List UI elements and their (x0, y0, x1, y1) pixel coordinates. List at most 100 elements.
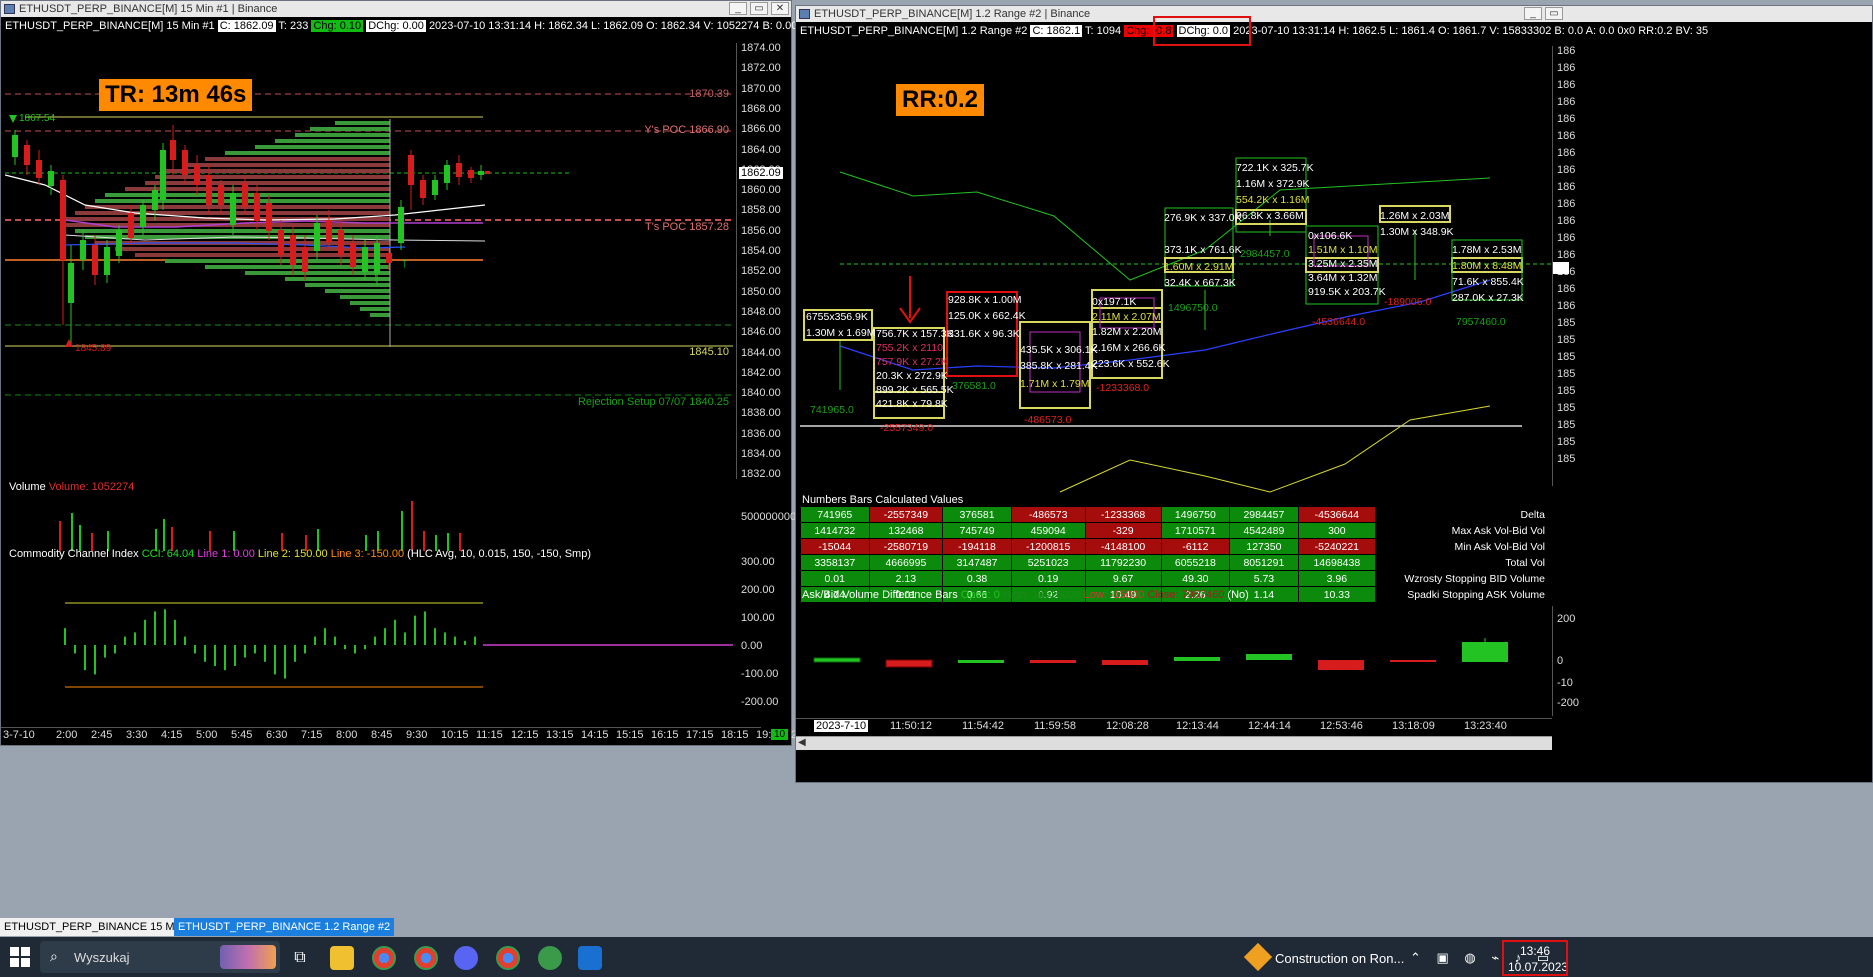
calc-cell: 300 (1297, 522, 1377, 539)
price-tick: 186 (1557, 113, 1576, 125)
calc-cell: 14698438 (1297, 554, 1377, 571)
calc-row: 1414732 132468 745749 459094 -329 1710571 4542… (800, 522, 1552, 539)
current-price-marker: 1862.09 (739, 167, 783, 179)
footprint-cell: 1.16M x 372.9K (1236, 178, 1310, 190)
close-icon[interactable]: ✕ (771, 2, 789, 15)
horizontal-scrollbar[interactable]: ◀ (796, 736, 1552, 750)
scroll-left-icon[interactable]: ◀ (798, 737, 806, 748)
calc-row-name: Delta (1375, 506, 1552, 523)
time-tick: 15:15 (616, 729, 644, 741)
price-tick: 186 (1557, 198, 1576, 210)
footprint-delta: -2557349.0 (880, 422, 934, 434)
high-level-label: 1870.39 (689, 88, 729, 100)
time-tick: 6:30 (266, 729, 288, 741)
task-view-icon[interactable]: ⧉ (288, 946, 312, 970)
search-box[interactable]: ⌕ Wyszukaj (40, 941, 280, 973)
footprint-cell: 6755x356.9K (806, 311, 868, 323)
trades-value: T: 1094 (1085, 25, 1122, 37)
footprint-delta: 1496750.0 (1168, 302, 1218, 314)
close-value: C: 1862.09 (217, 20, 276, 32)
maximize-icon[interactable]: ▭ (750, 2, 768, 15)
price-tick: 1854.00 (741, 245, 781, 257)
footprint-cell: 223.6K x 552.6K (1092, 358, 1170, 370)
diff-bars-title: Ask/Bid Volume Difference Bars Open: 0 H… (802, 589, 1249, 601)
time-tick: 16:15 (651, 729, 679, 741)
yesterday-poc-label: Y's POC 1866.90 (644, 124, 729, 136)
footprint-cell: 2.16M x 266.6K (1092, 342, 1166, 354)
right-info-bar: ETHUSDT_PERP_BINANCE[M] 1.2 Range #2 C: … (800, 24, 1708, 38)
right-time-axis[interactable]: 2023-7-10 11:50:12 11:54:42 11:59:58 12:08:2… (796, 718, 1552, 734)
footprint-delta: -486573.0 (1024, 414, 1072, 426)
top-marker-value: 1867.54 (19, 113, 56, 124)
price-tick: 1844.00 (741, 346, 781, 359)
tab-15min[interactable]: ETHUSDT_PERP_BINANCE 15 Min #1 (0, 918, 203, 936)
right-window-title: ETHUSDT_PERP_BINANCE[M] 1.2 Range #2 | B… (814, 8, 1091, 20)
price-tick: 186 (1557, 62, 1576, 74)
cci-tick: -200.00 (741, 696, 779, 708)
cci-tick: 0.00 (741, 640, 763, 652)
calc-table-title: Numbers Bars Calculated Values (802, 494, 964, 506)
footprint-cell: 1.30M x 348.9K (1380, 226, 1454, 238)
top-marker-icon (9, 115, 17, 123)
maximize-icon[interactable]: ▭ (1545, 7, 1563, 20)
right-window-titlebar[interactable]: ETHUSDT_PERP_BINANCE[M] 1.2 Range #2 | B… (796, 6, 1872, 22)
cci-tick: 100.00 (741, 612, 775, 624)
time-tick: 8:45 (371, 729, 393, 741)
footprint-delta: 376581.0 (952, 380, 996, 392)
notification-text[interactable]: Construction on Ron... (1275, 951, 1404, 966)
calc-cell: 5.73 (1229, 570, 1299, 587)
trading-app-icon[interactable] (538, 946, 562, 970)
volume-axis-label: 500000000 (741, 511, 797, 523)
left-price-axis[interactable]: 1874.00 1872.00 1870.00 1868.00 1866.00 1864.… (736, 43, 784, 481)
left-info-bar: ETHUSDT_PERP_BINANCE[M] 15 Min #1 C: 186… (5, 19, 855, 33)
calc-cell: 11792230 (1084, 554, 1162, 571)
right-current-price-marker (1553, 262, 1569, 274)
minimize-icon[interactable]: _ (729, 2, 747, 15)
tab-range[interactable]: ETHUSDT_PERP_BINANCE 1.2 Range #2 (174, 918, 395, 936)
minimize-icon[interactable]: _ (1524, 7, 1542, 20)
footprint-cell: 1.26M x 2.03M (1380, 210, 1450, 222)
calc-row-name: Max Ask Vol-Bid Vol (1375, 522, 1552, 539)
footprint-cell: 96.8K x 3.66M (1236, 210, 1304, 222)
right-price-axis[interactable]: 186 186 186 186 186 186 186 186 186 186 186 186 186 1… (1552, 46, 1872, 486)
start-icon[interactable] (10, 947, 30, 967)
footprint-cell: 1.71M x 1.79M (1020, 378, 1090, 390)
calc-row: 0.01 2.13 0.38 0.19 9.67 49.30 5.73 3.96 Wzrosty… (800, 570, 1552, 587)
footprint-cell: 20.3K x 272.9K (876, 370, 948, 382)
price-tick: 1864.00 (741, 143, 781, 156)
footprint-cell: 919.5K x 203.7K (1308, 286, 1386, 298)
footprint-cell: 554.2K x 1.16M (1236, 194, 1310, 206)
chrome-icon[interactable] (372, 946, 396, 970)
footprint-delta: 741965.0 (810, 404, 854, 416)
time-tick: 3-7-10 (3, 729, 35, 741)
footprint-cell: 1.80M x 8.48M (1452, 260, 1522, 272)
left-chart-window[interactable]: ETHUSDT_PERP_BINANCE[M] 15 Min #1 | Bina… (0, 0, 855, 746)
price-tick: 1832.00 (741, 468, 781, 481)
left-window-titlebar[interactable]: ETHUSDT_PERP_BINANCE[M] 15 Min #1 | Bina… (1, 1, 791, 17)
discord-icon[interactable] (454, 946, 478, 970)
price-tick: 186 (1557, 130, 1576, 142)
calc-cell: -194118 (942, 538, 1012, 555)
time-tick: 13:15 (546, 729, 574, 741)
footprint-cell: 331.6K x 96.3K (948, 328, 1020, 340)
price-tick: 185 (1557, 351, 1576, 363)
chart-window-icon (799, 9, 810, 19)
calc-cell: 0.19 (1010, 570, 1086, 587)
right-chart-window[interactable]: ETHUSDT_PERP_BINANCE[M] 1.2 Range #2 | B… (795, 5, 1873, 783)
time-tick: 7:15 (301, 729, 323, 741)
file-explorer-icon[interactable] (330, 946, 354, 970)
mail-icon[interactable] (578, 946, 602, 970)
time-tick: 4:15 (161, 729, 183, 741)
time-tick: 9:30 (406, 729, 428, 741)
chrome-icon[interactable] (414, 946, 438, 970)
diff-bars-chart (813, 638, 1508, 670)
left-time-axis[interactable]: 3-7-10 2:00 2:45 3:30 4:15 5:00 5:45 6:30 7:15 8:… (1, 727, 819, 743)
calc-cell: -2580719 (868, 538, 944, 555)
cci-title: Commodity Channel Index CCI: 64.04 Line … (9, 548, 592, 560)
calc-cell: 1710571 (1160, 522, 1231, 539)
footprint-cell: 287.0K x 27.3K (1452, 292, 1524, 304)
footprint-cell: 928.8K x 1.00M (948, 294, 1022, 306)
chrome-icon[interactable] (496, 946, 520, 970)
ohlc-values: H: 1862.5 L: 1861.4 O: 1861.7 V: 1583330… (1338, 25, 1709, 37)
cci-chart (64, 602, 733, 688)
